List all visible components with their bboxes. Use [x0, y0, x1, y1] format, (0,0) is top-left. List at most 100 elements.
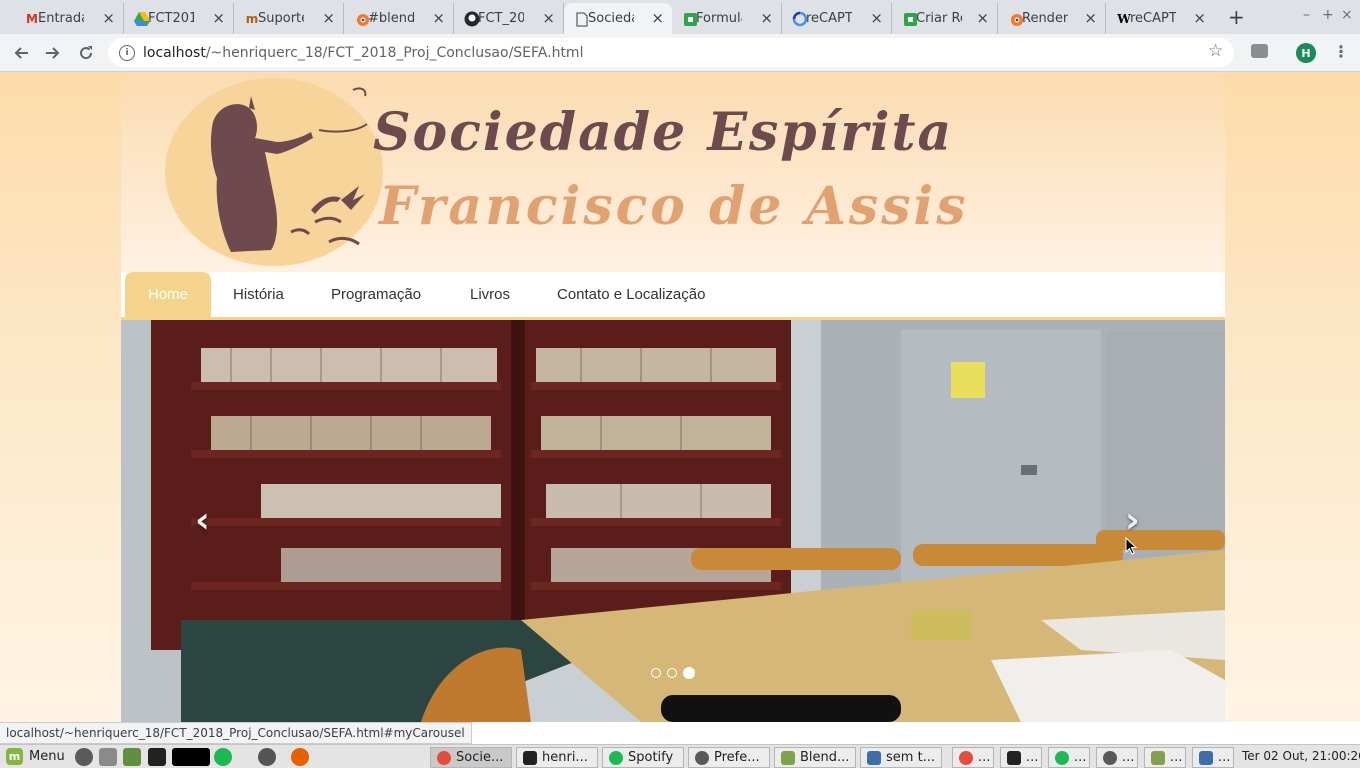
system-monitor-icon: [172, 748, 210, 766]
close-icon[interactable]: ×: [212, 9, 225, 27]
tab-suporte[interactable]: m Suporte ×: [234, 3, 344, 34]
arrow-right-icon: [46, 47, 60, 59]
taskbar-window-blender[interactable]: Blend...: [774, 747, 856, 768]
site-title-line2: Francisco de Assis: [379, 176, 969, 237]
profile-avatar[interactable]: H: [1296, 43, 1316, 63]
start-menu-button[interactable]: m Menu: [6, 748, 65, 765]
menu-kebab-icon[interactable]: ⋮: [1333, 42, 1349, 61]
extension-icon[interactable]: [1251, 44, 1268, 58]
page-icon: [574, 11, 590, 27]
tab-entrada[interactable]: M Entrada ×: [14, 3, 124, 34]
close-icon[interactable]: ×: [432, 9, 445, 27]
preferences-launcher-icon[interactable]: [75, 748, 93, 766]
nav-contato[interactable]: Contato e Localização: [557, 272, 705, 317]
terminal-icon[interactable]: [148, 748, 166, 766]
taskbar-window-editor-2[interactable]: ...: [1192, 747, 1234, 768]
tab-github[interactable]: FCT_2018 ×: [454, 3, 564, 34]
folder-icon: [1151, 750, 1165, 765]
window-close-icon[interactable]: ×: [1341, 7, 1353, 23]
taskbar-window-editor[interactable]: sem t...: [860, 747, 942, 768]
new-tab-button[interactable]: +: [1228, 5, 1245, 29]
taskbar-window-preferences[interactable]: Prefe...: [688, 747, 770, 768]
preferences-icon: [695, 750, 709, 765]
wikipedia-icon: W: [1117, 12, 1131, 26]
tab-wiki[interactable]: W reCAPTCHA ×: [1106, 3, 1214, 34]
drive-icon: [134, 11, 150, 27]
puzzle-icon: [902, 11, 918, 27]
carousel-indicator-3[interactable]: [683, 667, 695, 679]
tab-formulario[interactable]: Formulário ×: [672, 3, 782, 34]
taskbar-window-folder-2[interactable]: ...: [1144, 747, 1186, 768]
close-icon[interactable]: ×: [102, 9, 115, 27]
bookmark-star-icon[interactable]: ☆: [1208, 41, 1223, 61]
carousel-next-icon[interactable]: ›: [1125, 500, 1140, 541]
carousel-prev-icon[interactable]: ‹: [195, 500, 210, 541]
page-container: Sociedade Espírita Francisco de Assis Ho…: [121, 72, 1225, 722]
gmail-icon: M: [26, 12, 38, 26]
file-manager-icon[interactable]: [123, 748, 141, 766]
close-icon[interactable]: ×: [1084, 9, 1097, 27]
taskbar-window-spotify[interactable]: Spotify: [602, 747, 684, 768]
nav-livros[interactable]: Livros: [470, 272, 510, 317]
tab-recaptcha[interactable]: reCAPTCHA ×: [782, 3, 892, 34]
taskbar-window-spotify-2[interactable]: ...: [1048, 747, 1090, 768]
reload-button[interactable]: [73, 40, 99, 66]
close-icon[interactable]: ×: [322, 9, 335, 27]
spotify-icon[interactable]: [214, 748, 232, 766]
nav-historia[interactable]: História: [233, 272, 284, 317]
taskbar-window-chrome-2[interactable]: ...: [952, 747, 994, 768]
tab-blender[interactable]: #blender ×: [344, 3, 454, 34]
close-icon[interactable]: ×: [976, 9, 989, 27]
tab-criar[interactable]: Criar Re ×: [892, 3, 998, 34]
url-text: localhost/~henriquerc_18/FCT_2018_Proj_C…: [143, 44, 584, 61]
carousel-indicator-2[interactable]: [667, 668, 677, 678]
close-icon[interactable]: ×: [651, 9, 664, 27]
settings-gear-icon[interactable]: [258, 748, 276, 766]
reload-icon: [80, 46, 93, 60]
taskbar-window-preferences-2[interactable]: ...: [1096, 747, 1138, 768]
main-navbar: Home História Programação Livros Contato…: [121, 272, 1225, 320]
recaptcha-icon: [792, 11, 808, 27]
close-icon[interactable]: ×: [870, 9, 883, 27]
forward-button[interactable]: [40, 40, 66, 66]
mint-logo-icon: m: [6, 748, 23, 765]
os-taskbar: m Menu Socie... henri... Spotify Prefe..…: [0, 744, 1360, 768]
carousel-indicator-1[interactable]: [651, 668, 661, 678]
firefox-icon[interactable]: [291, 748, 309, 766]
spotify-icon: [609, 750, 623, 765]
spotify-icon: [1055, 750, 1069, 765]
library-room-photo: [121, 320, 1225, 722]
site-title-line1: Sociedade Espírita: [373, 102, 954, 163]
tab-rendering[interactable]: Rendering ×: [998, 3, 1106, 34]
terminal-icon: [523, 750, 537, 765]
close-icon[interactable]: ×: [760, 9, 773, 27]
close-icon[interactable]: ×: [542, 9, 555, 27]
tab-sociedade[interactable]: Sociedade ×: [564, 3, 672, 34]
close-icon[interactable]: ×: [1193, 9, 1206, 27]
show-desktop-icon[interactable]: [99, 748, 117, 766]
taskbar-window-chrome[interactable]: Socie...: [430, 747, 512, 768]
github-icon: [464, 11, 480, 27]
info-icon[interactable]: i: [119, 44, 135, 61]
nav-home[interactable]: Home: [125, 272, 211, 317]
tab-fct2018[interactable]: FCT2018 ×: [124, 3, 234, 34]
chrome-icon: [437, 750, 451, 765]
taskbar-window-terminal[interactable]: henri...: [516, 747, 598, 768]
back-button[interactable]: [8, 40, 34, 66]
address-bar[interactable]: i localhost/~henriquerc_18/FCT_2018_Proj…: [108, 38, 1234, 67]
minimize-icon[interactable]: –: [1303, 7, 1310, 23]
editor-icon: [1199, 750, 1213, 765]
taskbar-window-terminal-2[interactable]: ...: [1000, 747, 1042, 768]
maximize-icon[interactable]: +: [1322, 7, 1334, 23]
mouse-cursor-icon: [1125, 537, 1137, 555]
editor-icon: [867, 750, 881, 765]
system-clock[interactable]: Ter 02 Out, 21:00:26: [1242, 749, 1360, 763]
nav-programacao[interactable]: Programação: [331, 272, 421, 317]
saint-francis-logo-icon: [210, 87, 368, 252]
link-status-bubble: localhost/~henriquerc_18/FCT_2018_Proj_C…: [0, 722, 472, 744]
image-carousel[interactable]: ‹ ›: [121, 320, 1225, 722]
folder-icon: [781, 750, 795, 765]
page-viewport: Sociedade Espírita Francisco de Assis Ho…: [0, 72, 1360, 722]
site-header: Sociedade Espírita Francisco de Assis: [121, 72, 1225, 272]
preferences-icon: [1103, 750, 1117, 765]
